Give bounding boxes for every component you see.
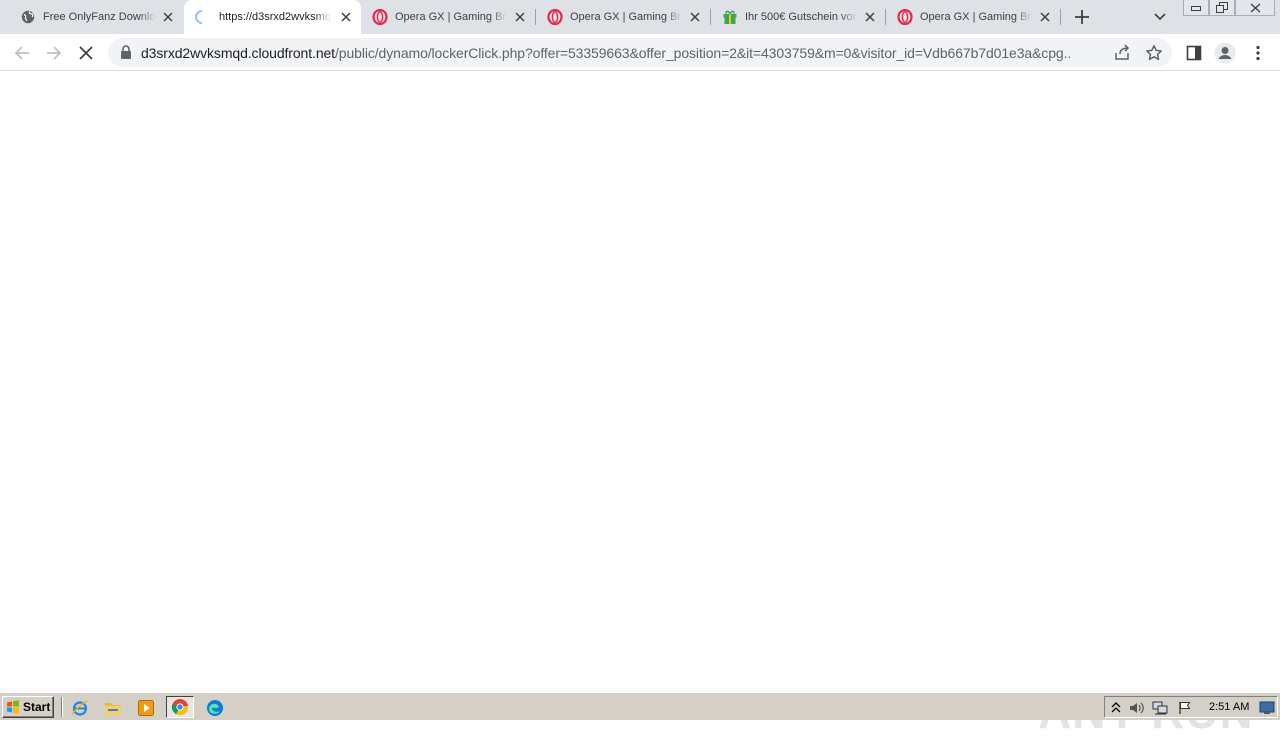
tab-strip: Free OnlyFanz Download https://d3srxd2wv… [0,0,1280,34]
tab-title: https://d3srxd2wvksmqd.cloudfront.net [219,11,331,23]
opera-icon [372,9,388,25]
windows-taskbar: Start 2:51 AM [0,692,1280,720]
taskbar-clock[interactable]: 2:51 AM [1209,701,1249,713]
new-tab-button[interactable] [1073,8,1091,26]
windows-logo-icon [7,700,19,714]
minimize-button[interactable] [1183,0,1209,16]
address-bar[interactable]: d3srxd2wvksmqd.cloudfront.net/public/dyn… [108,38,1172,67]
opera-icon [897,9,913,25]
tab-opera-gx-1[interactable]: Opera GX | Gaming Browser [362,0,535,34]
opera-icon [547,9,563,25]
stop-loading-button[interactable] [75,42,97,64]
url-path: /public/dynamo/lockerClick.php?offer=533… [334,45,1071,61]
tab-separator [1060,9,1061,25]
tab-gutschein[interactable]: Ihr 500€ Gutschein von [712,0,885,34]
restore-icon [1216,2,1228,13]
avatar-icon [1214,42,1236,64]
url-text: d3srxd2wvksmqd.cloudfront.net/public/dyn… [141,45,1071,61]
show-hidden-icons-button[interactable] [1108,700,1124,716]
start-label: Start [23,700,51,714]
tab-separator [710,9,711,25]
tab-free-onlyfanz[interactable]: Free OnlyFanz Download [0,0,183,34]
chrome-icon [171,699,189,716]
page-content: ANY RUN [0,72,1280,738]
minimize-icon [1191,5,1201,11]
forward-button[interactable] [43,42,65,64]
browser-toolbar: d3srxd2wvksmqd.cloudfront.net/public/dyn… [0,34,1280,71]
tab-search-button[interactable] [1152,9,1168,25]
tab-title: Free OnlyFanz Download [43,11,156,23]
arrow-right-icon [47,46,62,60]
network-icon[interactable] [1152,700,1168,716]
tab-title: Opera GX | Gaming Browser [395,11,507,23]
start-button[interactable]: Start [2,696,54,718]
tab-title: Opera GX | Gaming Browser [570,11,682,23]
taskbar-separator [61,697,63,717]
close-tab-icon[interactable] [1038,10,1052,24]
globe-icon [20,9,36,25]
close-tab-icon[interactable] [688,10,702,24]
side-panel-icon [1186,45,1202,61]
profile-button[interactable] [1214,42,1236,64]
chevron-up-icon [1111,702,1121,713]
system-tray: 2:51 AM [1104,696,1278,718]
tab-opera-gx-3[interactable]: Opera GX | Gaming Browser [887,0,1060,34]
chevron-down-icon [1154,13,1166,21]
restore-button[interactable] [1209,0,1235,16]
tab-opera-gx-2[interactable]: Opera GX | Gaming Browser [537,0,710,34]
close-icon [1250,3,1260,12]
tab-title: Ihr 500€ Gutschein von [745,11,857,23]
share-icon[interactable] [1113,44,1131,62]
close-tab-icon[interactable] [863,10,877,24]
internet-explorer-icon[interactable] [70,698,90,718]
loading-spinner-icon [194,9,210,25]
volume-icon[interactable] [1129,700,1145,716]
menu-button[interactable] [1247,42,1269,64]
close-tab-icon[interactable] [339,10,353,24]
close-tab-icon[interactable] [161,10,175,24]
file-explorer-icon[interactable] [103,698,123,718]
kebab-menu-icon [1256,45,1260,61]
star-icon[interactable] [1145,44,1163,62]
close-tab-icon[interactable] [513,10,527,24]
tab-cloudfront-active[interactable]: https://d3srxd2wvksmqd.cloudfront.net [184,0,361,34]
chrome-taskbar-button[interactable] [166,696,194,718]
show-desktop-icon[interactable] [1259,700,1275,716]
media-player-icon[interactable] [136,698,156,718]
tab-separator [535,9,536,25]
action-center-flag-icon[interactable] [1177,700,1193,716]
back-button[interactable] [11,42,33,64]
tab-title: Opera GX | Gaming Browser [920,11,1032,23]
url-host: d3srxd2wvksmqd.cloudfront.net [141,45,335,61]
side-panel-button[interactable] [1183,42,1205,64]
tab-separator [885,9,886,25]
edge-icon[interactable] [205,698,225,718]
close-icon [79,46,93,60]
close-window-button[interactable] [1235,0,1275,16]
lock-icon[interactable] [120,45,132,59]
plus-icon [1075,10,1089,24]
gift-icon [722,9,738,25]
arrow-left-icon [14,46,29,60]
